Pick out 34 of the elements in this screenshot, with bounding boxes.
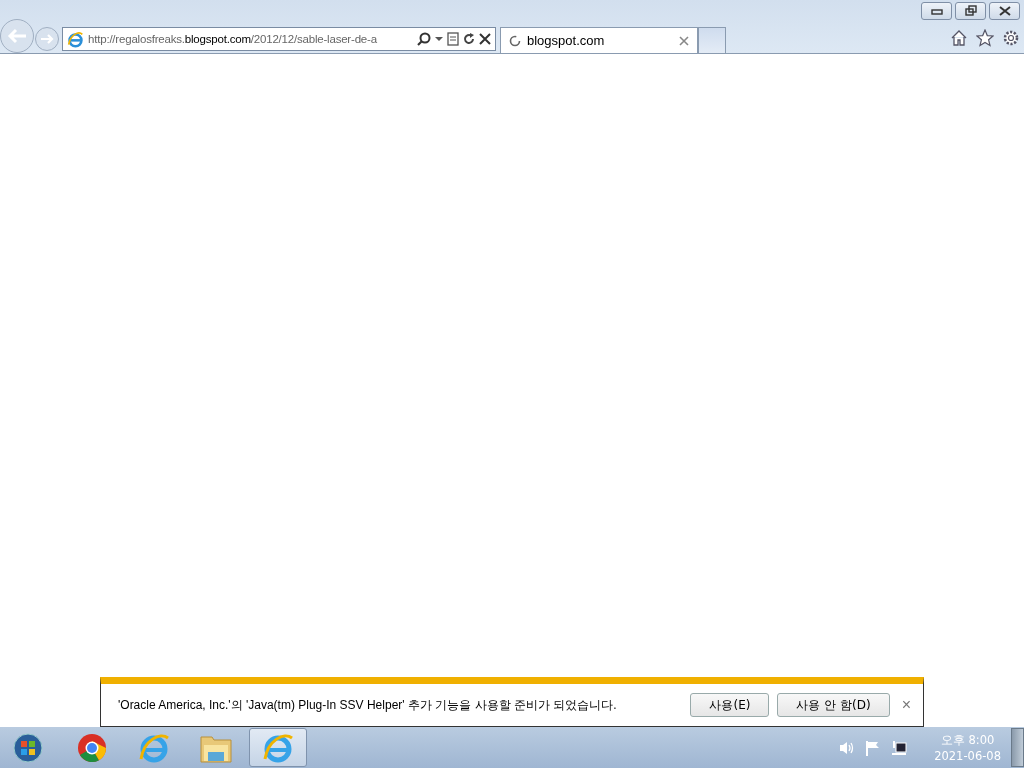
minimize-icon [930, 7, 943, 15]
refresh-icon[interactable] [463, 33, 475, 45]
new-tab-button[interactable] [698, 27, 726, 53]
notification-button[interactable]: 사용 안 함(D) [777, 693, 890, 717]
close-button[interactable]: × [897, 696, 915, 714]
browser-tab[interactable]: blogspot.com [500, 27, 698, 53]
windows-logo-icon [13, 732, 43, 763]
search-icon[interactable] [417, 32, 431, 46]
close-icon [998, 6, 1011, 16]
stop-icon[interactable] [479, 33, 491, 45]
close-tab-icon[interactable] [679, 35, 689, 46]
chrome-logo-icon [77, 732, 107, 763]
caret-icon[interactable] [435, 36, 443, 42]
settings-icon[interactable] [1002, 29, 1020, 47]
ie-logo-icon [67, 30, 84, 48]
close-button[interactable] [989, 2, 1020, 20]
address-bar[interactable]: http://regalosfreaks.blogspot.com/2012/12/sable-laser-de-a [62, 27, 496, 51]
url-text: http://regalosfreaks.blogspot.com/2012/12/sable-laser-de-a [88, 33, 378, 45]
star-icon[interactable] [976, 29, 994, 47]
taskbar-app-button[interactable] [249, 728, 307, 767]
restore-icon [964, 5, 977, 17]
restore-button[interactable] [955, 2, 986, 20]
network-icon[interactable] [891, 739, 908, 756]
clock-time: 오후 8:00 [940, 731, 995, 748]
tab-title: blogspot.com [527, 33, 606, 48]
forward-arrow-icon [40, 32, 54, 45]
back-arrow-icon [6, 26, 28, 45]
show-desktop-button[interactable] [1011, 728, 1024, 767]
notification-message: 'Oracle America, Inc.'의 'Java(tm) Plug-In SSV Helper' 추가 기능을 사용할 준비가 되었습니다. [118, 696, 618, 714]
notification-button[interactable]: 사용(E) [690, 693, 770, 717]
minimize-button[interactable] [921, 2, 952, 20]
clock-date: 2021-06-08 [934, 747, 1001, 764]
home-icon[interactable] [950, 29, 968, 47]
compatibility-icon[interactable] [447, 32, 459, 46]
